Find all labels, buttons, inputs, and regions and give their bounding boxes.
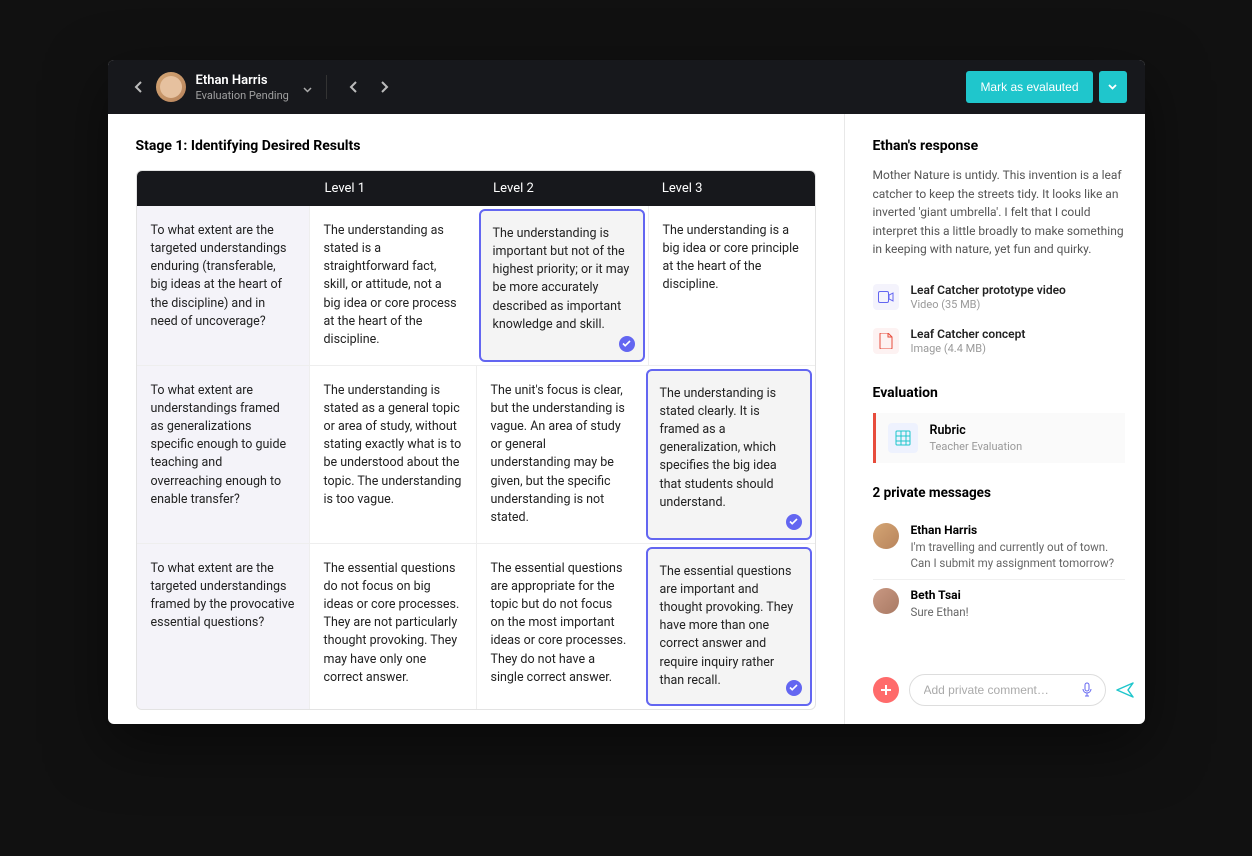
chevron-left-icon: [134, 81, 142, 93]
message-avatar: [873, 523, 899, 549]
rubric-level-cell[interactable]: The understanding is stated as a general…: [309, 366, 476, 543]
send-button[interactable]: [1116, 682, 1134, 698]
rubric-card-sub: Teacher Evaluation: [930, 440, 1023, 453]
rubric-row: To what extent are the targeted understa…: [137, 206, 815, 365]
rubric-level-cell[interactable]: The essential questions are important an…: [646, 547, 812, 706]
message-author: Beth Tsai: [911, 588, 969, 602]
chevron-down-icon: [1108, 84, 1117, 90]
rubric-prompt: To what extent are understandings framed…: [137, 366, 309, 543]
rubric-level-cell[interactable]: The understanding as stated is a straigh…: [309, 206, 476, 365]
rubric-header: Level 1 Level 2 Level 3: [137, 171, 815, 206]
rubric-table: Level 1 Level 2 Level 3 To what extent a…: [136, 170, 816, 710]
mark-evaluated-button[interactable]: Mark as evalauted: [966, 71, 1092, 103]
mic-button[interactable]: [1079, 682, 1095, 698]
add-attachment-button[interactable]: [873, 677, 899, 703]
video-icon: [873, 284, 899, 310]
rubric-level-cell[interactable]: The unit's focus is clear, but the under…: [476, 366, 643, 543]
check-icon: [786, 514, 802, 530]
grid-icon: [888, 423, 918, 453]
message-text: Sure Ethan!: [911, 604, 969, 620]
app-window: Ethan Harris Evaluation Pending Mark as …: [108, 60, 1145, 724]
comment-input-wrap: [909, 674, 1106, 706]
chevron-right-icon: [381, 81, 389, 93]
back-button[interactable]: [126, 75, 150, 99]
rubric-level-cell[interactable]: The essential questions are appropriate …: [476, 544, 643, 709]
student-dropdown[interactable]: [303, 78, 312, 97]
message-text: I'm travelling and currently out of town…: [911, 539, 1125, 571]
prev-submission-button[interactable]: [341, 75, 365, 99]
attachment-name: Leaf Catcher concept: [911, 327, 1026, 341]
response-title: Ethan's response: [873, 138, 1125, 154]
rubric-row: To what extent are understandings framed…: [137, 365, 815, 543]
attachment-meta: Video (35 MB): [911, 298, 1066, 311]
plus-icon: [880, 684, 892, 696]
student-status: Evaluation Pending: [196, 89, 289, 102]
student-avatar[interactable]: [156, 72, 186, 102]
rubric-level-cell[interactable]: The understanding is stated clearly. It …: [646, 369, 812, 540]
response-text: Mother Nature is untidy. This invention …: [873, 166, 1125, 259]
student-name: Ethan Harris: [196, 73, 289, 88]
rubric-header-blank: [137, 171, 309, 206]
message-avatar: [873, 588, 899, 614]
rubric-level-cell[interactable]: The understanding is important but not o…: [479, 209, 645, 362]
stage-title: Stage 1: Identifying Desired Results: [136, 138, 816, 154]
check-icon: [786, 680, 802, 696]
attachment-meta: Image (4.4 MB): [911, 342, 1026, 355]
message-author: Ethan Harris: [911, 523, 1125, 537]
rubric-header-level-3: Level 3: [646, 171, 815, 206]
main-panel: Stage 1: Identifying Desired Results Lev…: [108, 114, 845, 724]
rubric-header-level-1: Level 1: [309, 171, 478, 206]
rubric-level-cell[interactable]: The understanding is a big idea or core …: [648, 206, 815, 365]
composer: [873, 658, 1125, 706]
send-icon: [1116, 682, 1134, 698]
rubric-prompt: To what extent are the targeted understa…: [137, 544, 309, 709]
rubric-card-name: Rubric: [930, 423, 1023, 438]
student-info: Ethan Harris Evaluation Pending: [196, 73, 289, 102]
messages-title: 2 private messages: [873, 485, 1125, 501]
attachment[interactable]: Leaf Catcher conceptImage (4.4 MB): [873, 319, 1125, 363]
chevron-down-icon: [303, 87, 312, 93]
message: Ethan Harris I'm travelling and currently…: [873, 515, 1125, 580]
topbar: Ethan Harris Evaluation Pending Mark as …: [108, 60, 1145, 114]
check-icon: [619, 336, 635, 352]
rubric-card[interactable]: Rubric Teacher Evaluation: [873, 413, 1125, 463]
rubric-header-level-2: Level 2: [477, 171, 646, 206]
rubric-prompt: To what extent are the targeted understa…: [137, 206, 309, 365]
attachment[interactable]: Leaf Catcher prototype videoVideo (35 MB…: [873, 275, 1125, 319]
evaluation-title: Evaluation: [873, 385, 1125, 401]
mic-icon: [1081, 682, 1093, 698]
divider: [326, 75, 327, 99]
sidebar: Ethan's response Mother Nature is untidy…: [845, 114, 1145, 724]
rubric-row: To what extent are the targeted understa…: [137, 543, 815, 709]
attachment-name: Leaf Catcher prototype video: [911, 283, 1066, 297]
comment-input[interactable]: [924, 683, 1079, 697]
chevron-left-icon: [349, 81, 357, 93]
rubric-level-cell[interactable]: The essential questions do not focus on …: [309, 544, 476, 709]
message: Beth Tsai Sure Ethan!: [873, 580, 1125, 628]
next-submission-button[interactable]: [373, 75, 397, 99]
evaluation-section: Evaluation Rubric Teacher Evaluation: [873, 385, 1125, 463]
mark-evaluated-dropdown[interactable]: [1099, 71, 1127, 103]
image-icon: [873, 328, 899, 354]
body: Stage 1: Identifying Desired Results Lev…: [108, 114, 1145, 724]
messages-section: 2 private messages Ethan Harris I'm trave…: [873, 485, 1125, 628]
